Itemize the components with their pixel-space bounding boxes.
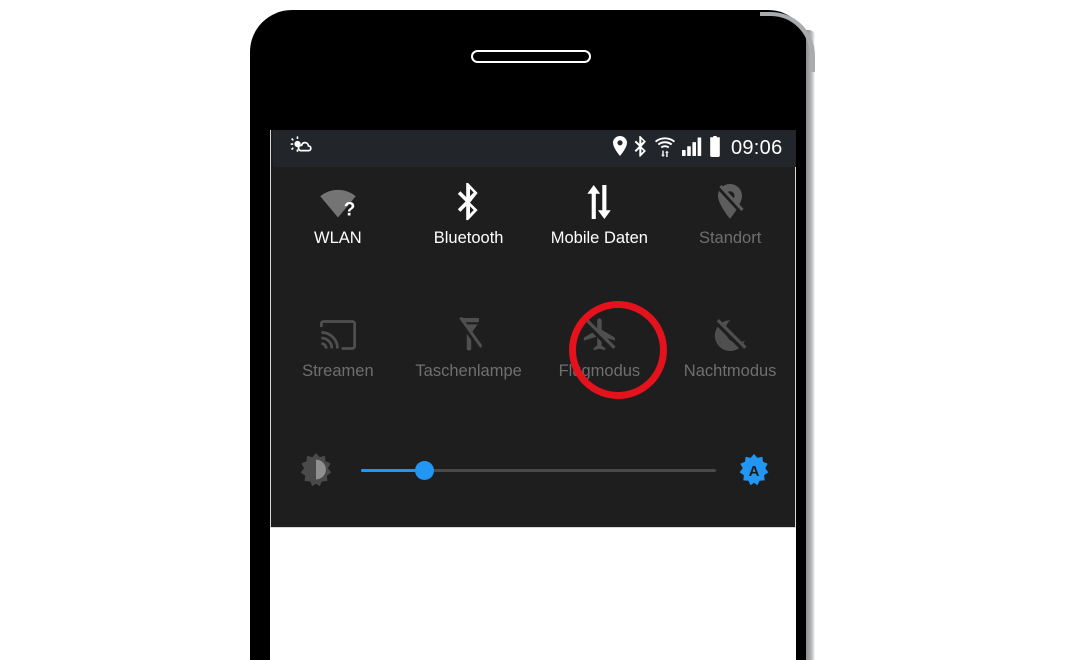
svg-text:?: ?: [344, 199, 356, 219]
tile-wlan[interactable]: ? WLAN: [273, 170, 404, 270]
location-off-icon: [711, 183, 749, 221]
quick-settings-row-1: ? WLAN Bluetooth Mobile Daten Standort: [273, 170, 796, 270]
phone-top-right-edge-highlight: [760, 12, 815, 72]
tile-mobile-data[interactable]: Mobile Daten: [534, 170, 665, 270]
sun-cloud-icon: [289, 135, 313, 162]
mobile-data-icon: [580, 183, 618, 221]
quick-settings-panel: 09:06 ? WLAN Bluetooth Mobile Daten Stan…: [270, 130, 796, 528]
quick-settings-row-2: Streamen Taschenlampe Flugmodus Nachtmod…: [273, 303, 796, 403]
tile-label: Standort: [698, 229, 762, 247]
tile-label: WLAN: [314, 229, 362, 247]
brightness-slider[interactable]: [360, 457, 716, 483]
status-bar-right-icons: 09:06: [612, 135, 783, 162]
wifi-question-icon: ?: [319, 183, 357, 221]
tile-bluetooth[interactable]: Bluetooth: [403, 170, 534, 270]
flashlight-off-icon: [450, 316, 488, 354]
airplane-off-icon: [580, 316, 618, 354]
tile-standort[interactable]: Standort: [665, 170, 796, 270]
status-bar: 09:06: [272, 130, 796, 167]
signal-bars-icon: [681, 137, 702, 161]
tile-label: Mobile Daten: [550, 229, 648, 247]
tile-label: Nachtmodus: [683, 362, 777, 380]
tile-label: Taschenlampe: [415, 362, 522, 380]
location-pin-icon: [612, 136, 627, 161]
tile-flugmodus[interactable]: Flugmodus: [534, 303, 665, 403]
bluetooth-icon: [634, 135, 648, 162]
tile-label: Flugmodus: [558, 362, 641, 380]
bluetooth-icon: [450, 183, 488, 221]
status-bar-left-icons: [289, 135, 313, 162]
wifi-data-icon: [654, 136, 675, 162]
brightness-icon[interactable]: [299, 453, 333, 487]
status-bar-clock: 09:06: [730, 137, 783, 159]
phone-screen: 09:06 ? WLAN Bluetooth Mobile Daten Stan…: [270, 130, 796, 660]
tile-label: Streamen: [302, 362, 374, 380]
earpiece-speaker: [471, 50, 591, 63]
brightness-row: A: [273, 435, 796, 505]
slider-thumb[interactable]: [414, 460, 434, 480]
battery-full-icon: [709, 135, 721, 162]
tile-streamen[interactable]: Streamen: [273, 303, 404, 403]
auto-brightness-icon[interactable]: A: [738, 454, 770, 486]
tile-nachtmodus[interactable]: Nachtmodus: [665, 303, 796, 403]
cast-icon: [319, 316, 357, 354]
svg-text:A: A: [748, 463, 759, 480]
night-mode-off-icon: [711, 316, 749, 354]
tile-taschenlampe[interactable]: Taschenlampe: [403, 303, 534, 403]
tile-label: Bluetooth: [433, 229, 504, 247]
phone-right-edge-highlight: [806, 30, 815, 660]
